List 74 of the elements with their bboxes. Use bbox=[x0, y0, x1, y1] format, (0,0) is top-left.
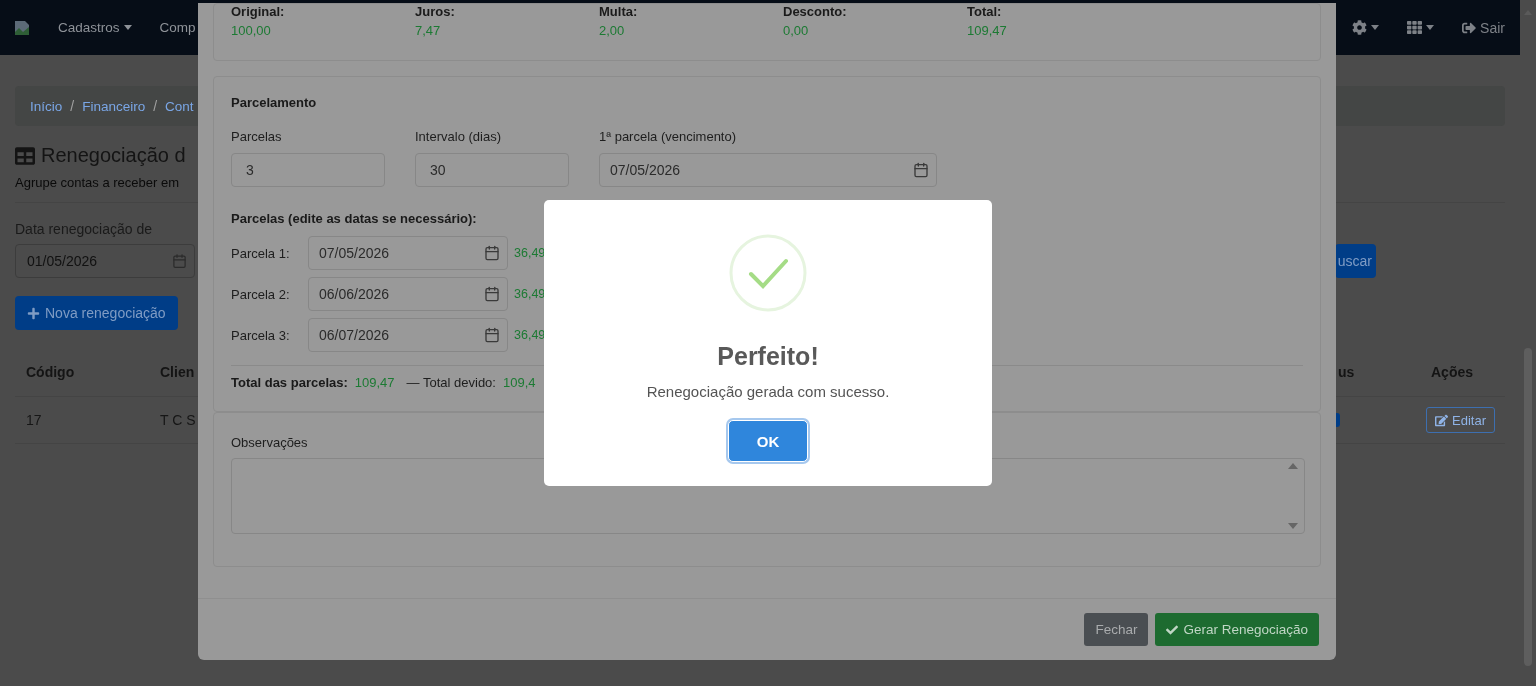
number-field[interactable]: 30 bbox=[415, 153, 569, 187]
check-icon bbox=[1166, 623, 1179, 636]
date-field[interactable]: 06/06/2026 bbox=[308, 277, 508, 311]
date-field[interactable]: 07/05/2026 bbox=[308, 236, 508, 270]
close-button[interactable]: Fechar bbox=[1084, 613, 1149, 646]
grid-icon bbox=[1407, 20, 1423, 35]
breadcrumb-link[interactable]: Financeiro bbox=[82, 98, 146, 114]
new-renegotiation-button[interactable]: Nova renegociação bbox=[15, 296, 178, 330]
field-label: Parcelas bbox=[231, 129, 283, 144]
calendar-icon bbox=[484, 245, 500, 261]
settings-icon bbox=[1352, 20, 1368, 35]
summary-label: Original: bbox=[231, 4, 286, 19]
scroll-arrows-icon bbox=[1288, 463, 1298, 529]
installment-label: Parcela 2: bbox=[231, 286, 291, 302]
date-field[interactable]: 07/05/2026 bbox=[599, 153, 937, 187]
caret-icon bbox=[123, 25, 132, 30]
installment-amount: 36,49 bbox=[514, 246, 546, 260]
alert-title: Perfeito! bbox=[717, 342, 819, 371]
alert-message: Renegociação gerada com sucesso. bbox=[646, 383, 890, 400]
field-label: Intervalo (dias) bbox=[415, 129, 502, 144]
summary-value: 100,00 bbox=[231, 23, 272, 38]
nav-menu-item[interactable]: Comp bbox=[159, 20, 196, 35]
breadcrumb-separator: / bbox=[153, 98, 158, 114]
summary-label: Juros: bbox=[415, 4, 456, 19]
caret-icon bbox=[1371, 25, 1380, 30]
breadcrumb-link[interactable]: Início bbox=[30, 98, 63, 114]
column-header: Ações bbox=[1431, 364, 1475, 380]
broken-image-icon bbox=[14, 19, 30, 36]
column-header: Clien bbox=[160, 364, 196, 380]
search-button[interactable]: uscar bbox=[1334, 244, 1376, 278]
installment-label: Parcela 1: bbox=[231, 245, 291, 261]
plus-icon bbox=[27, 306, 40, 320]
summary-value: 0,00 bbox=[783, 23, 810, 38]
notes-label: Observações bbox=[231, 435, 308, 450]
number-field[interactable]: 3 bbox=[231, 153, 385, 187]
caret-icon bbox=[1426, 25, 1435, 30]
logout-icon bbox=[1462, 20, 1477, 35]
ok-button[interactable]: OK bbox=[728, 420, 808, 462]
page-subtitle: Agrupe contas a receber em bbox=[15, 175, 180, 190]
summary-value: 2,00 bbox=[599, 23, 626, 38]
generate-button[interactable]: Gerar Renegociação bbox=[1155, 613, 1319, 646]
summary-label: Desconto: bbox=[783, 4, 848, 19]
calendar-icon bbox=[913, 162, 929, 178]
summary-value: 109,47 bbox=[967, 23, 1008, 38]
installments-title: Parcelas (edite as datas se necessário): bbox=[231, 211, 477, 226]
installment-label: Parcela 3: bbox=[231, 327, 291, 343]
apps-grid-menu-button[interactable] bbox=[1407, 20, 1435, 35]
due-value: 109,4 bbox=[502, 375, 536, 390]
summary-label: Total: bbox=[967, 4, 1003, 19]
breadcrumb-separator: / bbox=[70, 98, 75, 114]
breadcrumb-link[interactable]: Cont bbox=[165, 98, 194, 114]
section-title: Parcelamento bbox=[231, 95, 317, 110]
installment-amount: 36,49 bbox=[514, 328, 546, 342]
summary-label: Multa: bbox=[599, 4, 639, 19]
total-label: Total das parcelas: bbox=[231, 375, 348, 390]
date-field[interactable]: 06/07/2026 bbox=[308, 318, 508, 352]
total-value: 109,47 bbox=[354, 375, 395, 390]
edit-icon bbox=[1435, 413, 1449, 427]
calendar-icon bbox=[484, 327, 500, 343]
field-label: 1ª parcela (vencimento) bbox=[599, 129, 738, 144]
installment-amount: 36,49 bbox=[514, 287, 546, 301]
summary-value: 7,47 bbox=[415, 23, 442, 38]
edit-button[interactable]: Editar bbox=[1426, 407, 1495, 433]
nav-menu-item[interactable]: Cadastros bbox=[58, 20, 132, 35]
success-check-icon bbox=[729, 234, 807, 312]
page-title: Renegociação d bbox=[41, 144, 186, 167]
column-header: us bbox=[1338, 364, 1356, 380]
logout-link[interactable]: Sair bbox=[1462, 19, 1505, 36]
due-label: — Total devido: bbox=[406, 375, 496, 390]
table-icon bbox=[15, 145, 35, 166]
column-header: Código bbox=[26, 364, 76, 380]
calendar-icon bbox=[484, 286, 500, 302]
settings-menu-button[interactable] bbox=[1352, 20, 1380, 35]
calendar-icon bbox=[172, 253, 187, 269]
